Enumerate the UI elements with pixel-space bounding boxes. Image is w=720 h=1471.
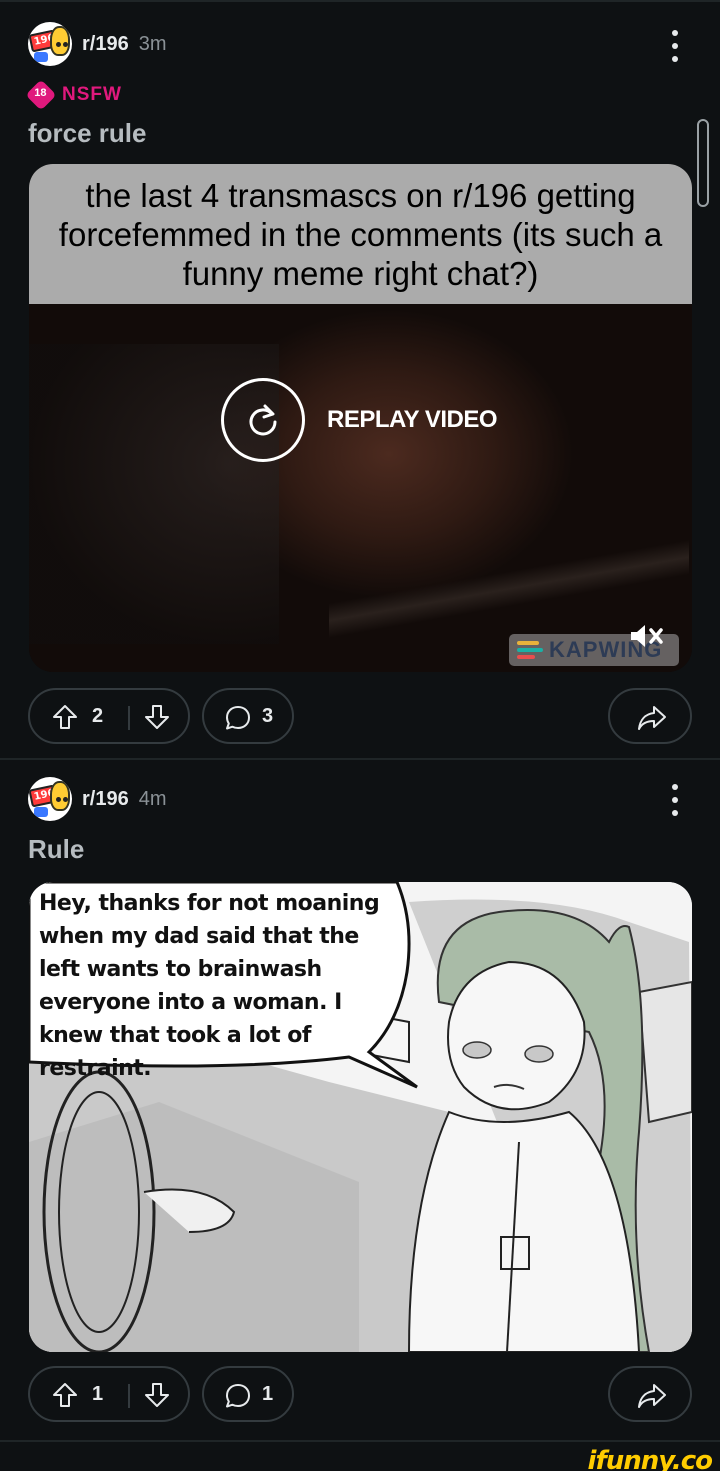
more-options-icon[interactable] [670,784,680,816]
share-icon [638,706,666,730]
share-button[interactable] [608,688,692,744]
upvote-icon[interactable] [52,1382,78,1408]
post-image[interactable]: Hey, thanks for not moaning when my dad … [29,882,692,1352]
post-title[interactable]: force rule [28,118,147,149]
vote-control: 1 [28,1366,190,1422]
comic-speech-text: Hey, thanks for not moaning when my dad … [39,891,380,1081]
subreddit-name[interactable]: r/196 [82,788,129,811]
vote-control: 2 [28,688,190,744]
vote-count: 1 [92,1383,104,1405]
vote-count: 2 [92,705,104,727]
more-options-icon[interactable] [670,30,680,62]
downvote-icon[interactable] [144,1382,170,1408]
share-button[interactable] [608,1366,692,1422]
ifunny-watermark: ifunny.co [587,1446,713,1471]
post-actions: 2 3 [28,688,692,744]
comments-button[interactable]: 3 [202,688,294,744]
video-frame[interactable]: REPLAY VIDEO KAPWING [29,304,692,672]
subreddit-avatar[interactable]: 196 [28,777,72,821]
post-meta: 196 r/196 4m [28,777,167,821]
post-age: 4m [138,787,167,810]
upvote-icon[interactable] [52,704,78,730]
nsfw-tag: 18 NSFW [25,79,122,111]
comment-icon [226,1384,250,1408]
scrollbar[interactable] [697,119,709,207]
nsfw-label: NSFW [62,84,122,105]
comments-button[interactable]: 1 [202,1366,294,1422]
post-title[interactable]: Rule [28,834,84,865]
replay-video-button[interactable]: REPLAY VIDEO [221,378,498,462]
avatar-shape-icon [34,52,48,62]
avatar-shape-icon [34,807,48,817]
downvote-icon[interactable] [144,704,170,730]
footer-bar: ifunny.co [0,1440,720,1471]
subreddit-avatar[interactable]: 196 [28,22,72,66]
post-card: 196 r/196 3m 18 NSFW force rule the last… [0,0,720,758]
comment-icon [226,706,250,730]
post-age: 3m [138,32,167,55]
video-caption: the last 4 transmascs on r/196 getting f… [29,164,692,304]
mute-icon[interactable] [629,622,665,650]
video-player[interactable]: the last 4 transmascs on r/196 getting f… [29,164,692,672]
replay-icon [221,378,305,462]
post-meta: 196 r/196 3m [28,22,167,66]
subreddit-name[interactable]: r/196 [82,33,129,56]
avatar-face-icon [50,26,70,56]
nsfw-18-icon: 18 [25,79,57,111]
post-actions: 1 1 [28,1366,692,1422]
share-icon [638,1384,666,1408]
avatar-face-icon [50,781,70,811]
